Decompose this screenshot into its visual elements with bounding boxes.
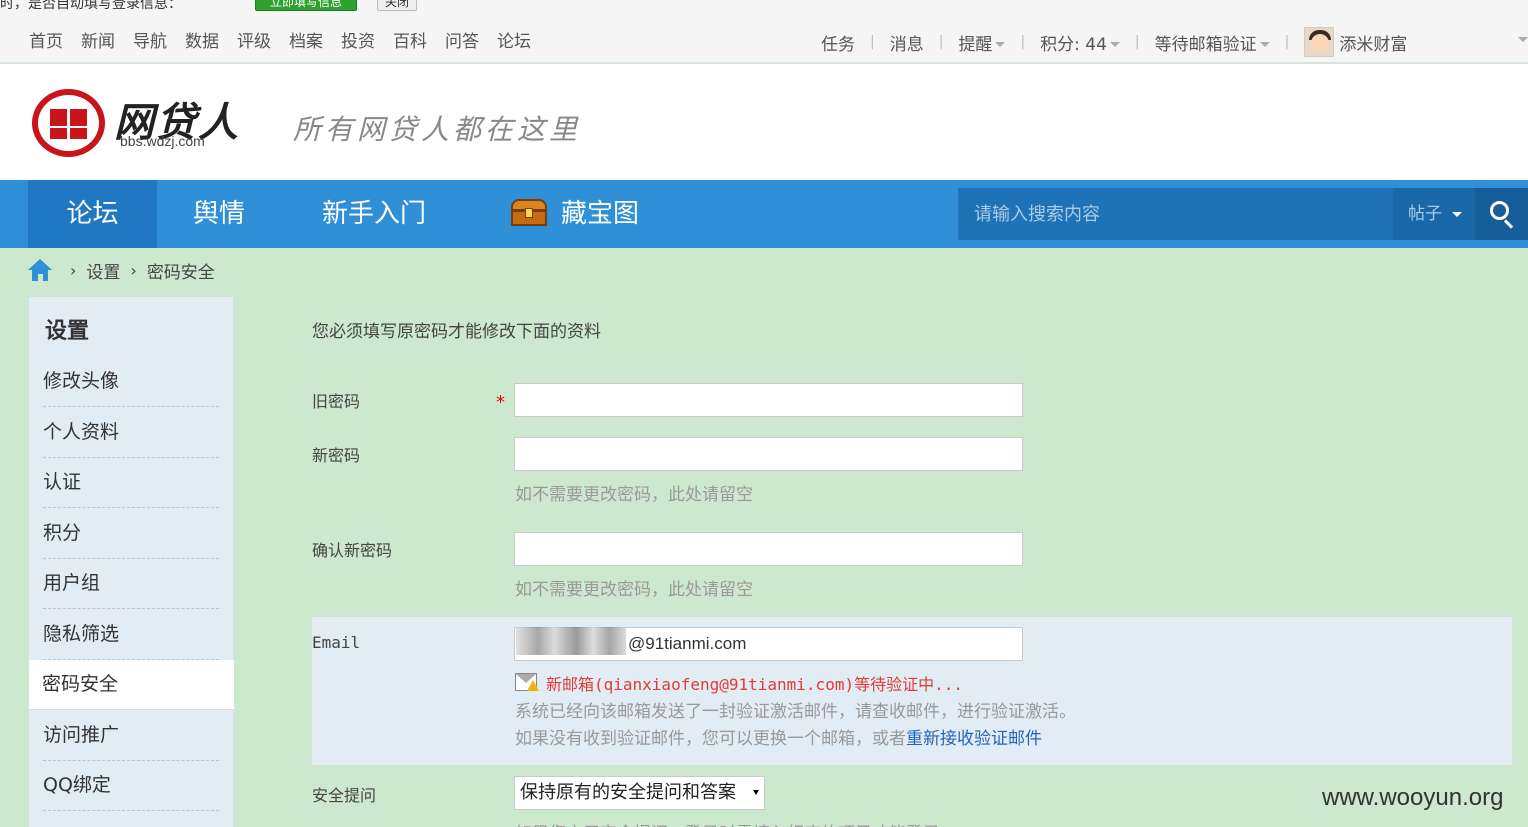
- logo-icon[interactable]: [32, 89, 105, 157]
- avatar[interactable]: [1304, 27, 1335, 57]
- close-notice-button[interactable]: 关闭: [377, 0, 417, 11]
- email-resend-prefix: 如果没有收到验证邮件，您可以更换一个邮箱，或者: [515, 729, 906, 749]
- logo-url: bbs.wdzj.com: [120, 133, 205, 149]
- search-input[interactable]: [958, 188, 1394, 240]
- search-type-label: 帖子: [1408, 204, 1442, 224]
- nav-beginner[interactable]: 新手入门: [322, 180, 426, 248]
- top-nav: 首页 新闻 导航 数据 评级 档案 投资 百科 问答 论坛: [29, 27, 549, 52]
- sidebar-item-referral[interactable]: 访问推广: [43, 711, 219, 761]
- topnav-invest[interactable]: 投资: [341, 27, 375, 52]
- main-nav: 论坛 舆情 新手入门 藏宝图 帖子: [0, 180, 1528, 248]
- email-status-menu[interactable]: 等待邮箱验证: [1155, 30, 1270, 55]
- topnav-rating[interactable]: 评级: [237, 27, 271, 52]
- tasks-link[interactable]: 任务: [821, 30, 855, 55]
- confirm-password-label: 确认新密码: [312, 541, 393, 560]
- sidebar-item-points[interactable]: 积分: [43, 509, 219, 559]
- divider: |: [1134, 34, 1140, 50]
- points-label: 积分: 44: [1040, 34, 1107, 55]
- form-hint: 您必须填写原密码才能修改下面的资料: [312, 322, 601, 342]
- email-status-label: 等待邮箱验证: [1154, 34, 1257, 55]
- user-dropdown-chevron-icon[interactable]: [1518, 37, 1528, 42]
- chevron-down-icon: [995, 42, 1006, 47]
- old-password-field[interactable]: [514, 383, 1023, 417]
- breadcrumb: › 设置 › 密码安全: [28, 258, 215, 283]
- sidebar-item-profile[interactable]: 个人资料: [43, 408, 219, 458]
- fill-info-button[interactable]: 立即填写信息: [255, 0, 357, 11]
- new-password-label: 新密码: [312, 446, 361, 465]
- nav-treasure-map[interactable]: 藏宝图: [509, 180, 639, 248]
- divider: |: [1284, 34, 1290, 50]
- topnav-wiki[interactable]: 百科: [393, 27, 427, 52]
- divider: |: [938, 34, 944, 50]
- email-pending-status: 新邮箱(qianxiaofeng@91tianmi.com)等待验证中...: [546, 675, 963, 694]
- reminders-menu[interactable]: 提醒: [958, 30, 1006, 55]
- resend-verification-link[interactable]: 重新接收验证邮件: [906, 729, 1042, 749]
- reminders-label: 提醒: [958, 34, 993, 55]
- chevron-down-icon: [1109, 42, 1120, 47]
- divider: |: [870, 34, 875, 50]
- treasure-chest-icon: [509, 197, 549, 227]
- required-marker: *: [496, 392, 505, 413]
- username-link[interactable]: 添米财富: [1339, 30, 1407, 55]
- chevron-down-icon: [1259, 42, 1270, 47]
- topnav-data[interactable]: 数据: [185, 27, 219, 52]
- nav-sentiment[interactable]: 舆情: [193, 180, 245, 248]
- search-button[interactable]: [1475, 188, 1528, 240]
- email-label: Email: [312, 633, 361, 652]
- top-bar: 首页 新闻 导航 数据 评级 档案 投资 百科 问答 论坛 任务 | 消息 | …: [0, 13, 1528, 63]
- search-type-select[interactable]: 帖子: [1393, 188, 1475, 240]
- email-resend-note: 如果没有收到验证邮件，您可以更换一个邮箱，或者重新接收验证邮件: [515, 724, 1042, 749]
- user-menu: 任务 | 消息 | 提醒 | 积分: 44 | 等待邮箱验证 | 添米财富: [821, 27, 1407, 57]
- new-password-field[interactable]: [514, 437, 1023, 471]
- nav-forum[interactable]: 论坛: [28, 180, 157, 248]
- breadcrumb-password-security: 密码安全: [146, 263, 215, 283]
- old-password-label: 旧密码: [312, 392, 361, 411]
- topnav-archive[interactable]: 档案: [289, 27, 323, 52]
- sidebar-item-privacy[interactable]: 隐私筛选: [43, 610, 219, 660]
- security-question-value: 保持原有的安全提问和答案: [520, 782, 736, 803]
- home-icon[interactable]: [28, 258, 52, 283]
- security-question-label: 安全提问: [312, 786, 377, 805]
- sidebar-title: 设置: [45, 319, 90, 344]
- topnav-news[interactable]: 新闻: [81, 27, 115, 52]
- chevron-down-icon: [1452, 211, 1462, 217]
- notice-strip: 时，是否自动填写登录信息： 立即填写信息 关闭: [0, 0, 1528, 13]
- sidebar-item-usergroup[interactable]: 用户组: [43, 559, 219, 609]
- redacted-email-prefix: [516, 627, 626, 655]
- confirm-password-tip: 如不需要更改密码，此处请留空: [515, 580, 753, 600]
- sidebar-item-password-security[interactable]: 密码安全: [29, 660, 234, 710]
- site-header: 网贷人 bbs.wdzj.com 所有网贷人都在这里: [0, 64, 1528, 180]
- divider: |: [1020, 34, 1026, 50]
- notice-text: 时，是否自动填写登录信息：: [0, 0, 182, 12]
- security-question-select[interactable]: 保持原有的安全提问和答案: [514, 776, 765, 810]
- confirm-password-field[interactable]: [514, 532, 1023, 566]
- sidebar-item-avatar[interactable]: 修改头像: [43, 357, 219, 407]
- topnav-guide[interactable]: 导航: [133, 27, 167, 52]
- slogan: 所有网贷人都在这里: [293, 113, 582, 146]
- topnav-home[interactable]: 首页: [29, 27, 63, 52]
- chevron-right-icon: ›: [70, 261, 77, 280]
- chevron-right-icon: ›: [130, 261, 137, 280]
- security-question-tip: 如果您启用安全提问，登录时需填入相应的项目才能登录: [515, 819, 940, 827]
- settings-sidebar: 设置 修改头像 个人资料 认证 积分 用户组 隐私筛选 密码安全 访问推广 QQ…: [29, 297, 234, 827]
- points-menu[interactable]: 积分: 44: [1040, 30, 1120, 55]
- topnav-qa[interactable]: 问答: [445, 27, 479, 52]
- messages-link[interactable]: 消息: [890, 30, 924, 55]
- envelope-warning-icon: [515, 673, 539, 691]
- email-sent-note: 系统已经向该邮箱发送了一封验证激活邮件，请查收邮件，进行验证激活。: [515, 702, 1076, 722]
- nav-treasure-map-label: 藏宝图: [561, 199, 640, 229]
- breadcrumb-settings[interactable]: 设置: [86, 258, 120, 283]
- new-password-tip: 如不需要更改密码，此处请留空: [515, 485, 753, 505]
- dropdown-arrow-icon: [753, 790, 759, 795]
- topnav-forum[interactable]: 论坛: [497, 27, 531, 52]
- sidebar-item-verification[interactable]: 认证: [43, 458, 219, 508]
- watermark: www.wooyun.org: [1322, 784, 1504, 811]
- sidebar-item-qq-binding[interactable]: QQ绑定: [43, 761, 219, 811]
